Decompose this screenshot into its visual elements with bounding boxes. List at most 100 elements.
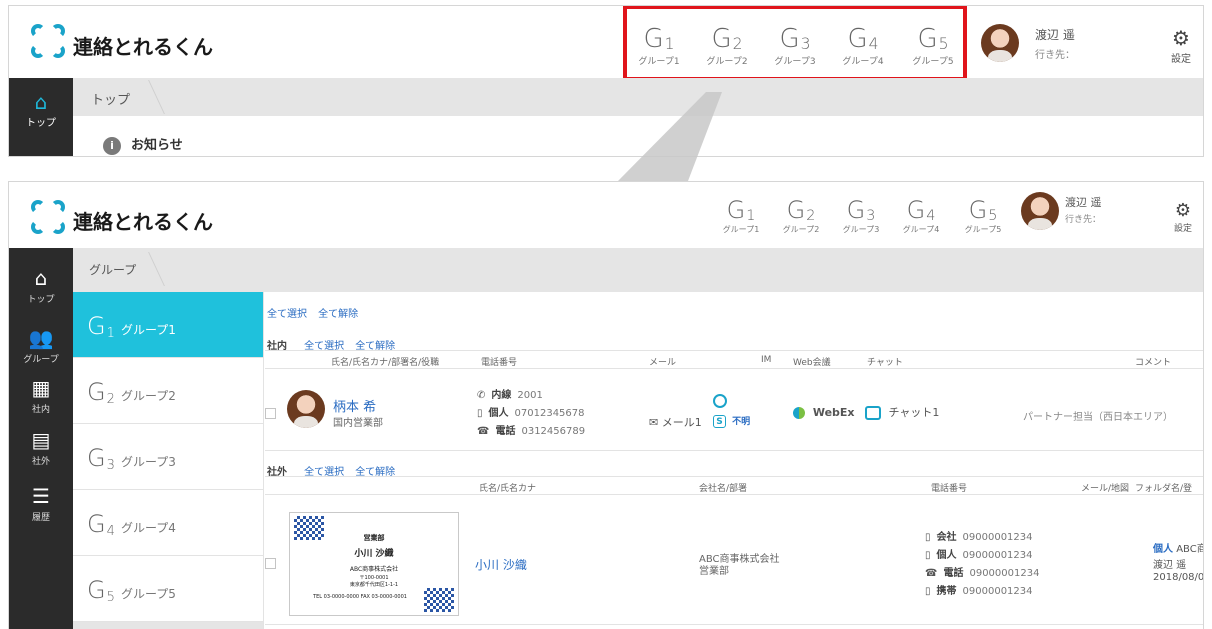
phone-office[interactable]: ☎ 電話 09000001234: [925, 564, 1039, 579]
business-card-image[interactable]: 営業部 小川 沙織 ABC商事株式会社 〒100-0001 東京都千代田区1-1…: [289, 512, 459, 616]
group-list-item-1[interactable]: G1 グループ1: [73, 292, 263, 358]
phone-personal[interactable]: ▯ 個人 09000001234: [925, 546, 1033, 561]
divider: [265, 350, 1203, 351]
sidebar-item-history[interactable]: ☰ 履歴: [9, 484, 73, 523]
sidebar-item-label: 履歴: [31, 513, 50, 523]
history-icon: ☰: [32, 484, 50, 508]
user-name: 渡辺 遥: [1065, 196, 1102, 209]
tab-group-5[interactable]: G5 グループ5: [951, 196, 1015, 235]
column-header: 電話番号: [481, 358, 518, 368]
tab-label: グループ5: [964, 225, 1002, 234]
group-letter: G3: [846, 196, 876, 224]
tab-group-2[interactable]: G2 グループ2: [769, 196, 833, 235]
sidebar-item-group[interactable]: 👥 グループ: [9, 326, 73, 365]
column-header: 氏名/氏名カナ: [479, 484, 537, 494]
skype-icon: S: [713, 415, 726, 428]
row-checkbox[interactable]: [265, 408, 276, 419]
phone-extension[interactable]: ✆ 内線 2001: [477, 386, 543, 401]
column-header: メール: [649, 358, 677, 368]
people-icon: 👥: [28, 326, 54, 350]
contact-name[interactable]: 小川 沙織: [475, 556, 527, 573]
column-header: フォルダ名/登: [1135, 484, 1193, 494]
settings-label: 設定: [1173, 224, 1192, 234]
group-name: グループ5: [121, 587, 176, 601]
group-list-divider: [263, 292, 264, 629]
destination-label: 行き先：: [1065, 215, 1102, 225]
contact-avatar: [287, 390, 325, 428]
breadcrumb-chevron: [133, 252, 165, 286]
select-all-link[interactable]: 全て選択: [267, 309, 307, 320]
group-name: グループ4: [121, 521, 176, 535]
avatar[interactable]: [1021, 192, 1059, 230]
webex-link[interactable]: WebEx: [793, 406, 855, 419]
mobile-icon: ▯: [477, 408, 483, 419]
tab-group-1[interactable]: G1 グループ1: [709, 196, 773, 235]
column-header: 電話番号: [931, 484, 968, 494]
folder-info[interactable]: 個人 ABC商事: [1153, 540, 1203, 555]
phone-office[interactable]: ☎ 電話 0312456789: [477, 422, 585, 437]
deselect-all-link[interactable]: 全て解除: [318, 309, 358, 320]
column-header: メール/地図: [1081, 484, 1130, 494]
tab-group-4[interactable]: G4 グループ4: [889, 196, 953, 235]
logo-icon: [31, 200, 65, 234]
sidebar-item-external[interactable]: ▤ 社外: [9, 428, 73, 467]
column-header: Web会議: [793, 358, 831, 368]
sidebar-item-label: 社外: [31, 457, 50, 467]
home-icon: ⌂: [34, 266, 48, 290]
folder-user: 渡辺 遥: [1153, 560, 1187, 571]
id-card-icon: ▤: [31, 428, 51, 452]
phone-company[interactable]: ▯ 会社 09000001234: [925, 528, 1033, 543]
gear-icon: ⚙: [1174, 200, 1192, 221]
group-name: グループ1: [121, 323, 176, 337]
mail-link[interactable]: ✉ メール1: [649, 414, 702, 430]
group-list-item-5[interactable]: G5 グループ5: [73, 556, 263, 622]
phone-mobile[interactable]: ▯ 個人 07012345678: [477, 404, 585, 419]
divider: [265, 450, 1203, 451]
im-status-icon[interactable]: [713, 394, 727, 408]
card-name: 小川 沙織: [354, 549, 394, 559]
row-checkbox[interactable]: [265, 558, 276, 569]
column-header: 氏名/氏名カナ/部署名/役職: [331, 358, 440, 368]
group-letter: G1: [726, 196, 756, 224]
card-postal: 〒100-0001: [359, 575, 389, 581]
group-letter: G5: [968, 196, 998, 224]
group-list-item-4[interactable]: G4 グループ4: [73, 490, 263, 556]
sidebar-item-internal[interactable]: ▦ 社内: [9, 376, 73, 415]
phone-mobile[interactable]: ▯ 携帯 09000001234: [925, 582, 1033, 597]
contact-name[interactable]: 柄本 希: [333, 396, 376, 415]
sidebar-item-label: 社内: [31, 405, 50, 415]
phone-icon: ✆: [477, 390, 486, 401]
tab-label: グループ3: [842, 225, 880, 234]
tab-group-3[interactable]: G3 グループ3: [829, 196, 893, 235]
group-letter: G2: [786, 196, 816, 224]
group-list: G1 グループ1 G2 グループ2 G3 グループ3 G4 グループ4 G5 グループ5: [73, 292, 263, 622]
skype-status[interactable]: S 不明: [713, 414, 750, 428]
group-list-footer: [73, 622, 263, 629]
mobile-icon: ▯: [925, 550, 931, 561]
sidebar-item-label: トップ: [27, 295, 55, 305]
breadcrumb-item[interactable]: グループ: [89, 261, 136, 278]
group-name: グループ2: [121, 389, 176, 403]
breadcrumb: グループ: [73, 248, 1203, 292]
group-letter: G4: [87, 510, 115, 539]
column-header: IM: [761, 355, 772, 365]
divider: [265, 368, 1203, 369]
group-letter: G1: [87, 312, 115, 341]
chat-link[interactable]: チャット1: [865, 404, 939, 420]
global-select-links: 全て選択 全て解除: [267, 302, 358, 321]
divider: [265, 494, 1203, 495]
card-address: 東京都千代田区1-1-1: [349, 582, 399, 588]
chat-icon: [865, 406, 881, 420]
settings-button[interactable]: ⚙ 設定: [1171, 200, 1195, 234]
header: 連絡とれるくん G1 グループ1 G2 グループ2 G3 グループ3 G4 グループ4 G5 グル…: [9, 182, 1203, 248]
group-list-item-2[interactable]: G2 グループ2: [73, 358, 263, 424]
sidebar-item-label: グループ: [23, 355, 59, 365]
sidebar-item-top[interactable]: ⌂ トップ: [9, 266, 73, 305]
column-header: コメント: [1135, 358, 1172, 368]
logo-text: 連絡とれるくん: [73, 210, 213, 234]
webex-icon: [793, 407, 805, 419]
tab-label: グループ4: [902, 225, 940, 234]
column-header: チャット: [867, 358, 903, 368]
folder-tag: 個人: [1153, 544, 1173, 555]
group-list-item-3[interactable]: G3 グループ3: [73, 424, 263, 490]
